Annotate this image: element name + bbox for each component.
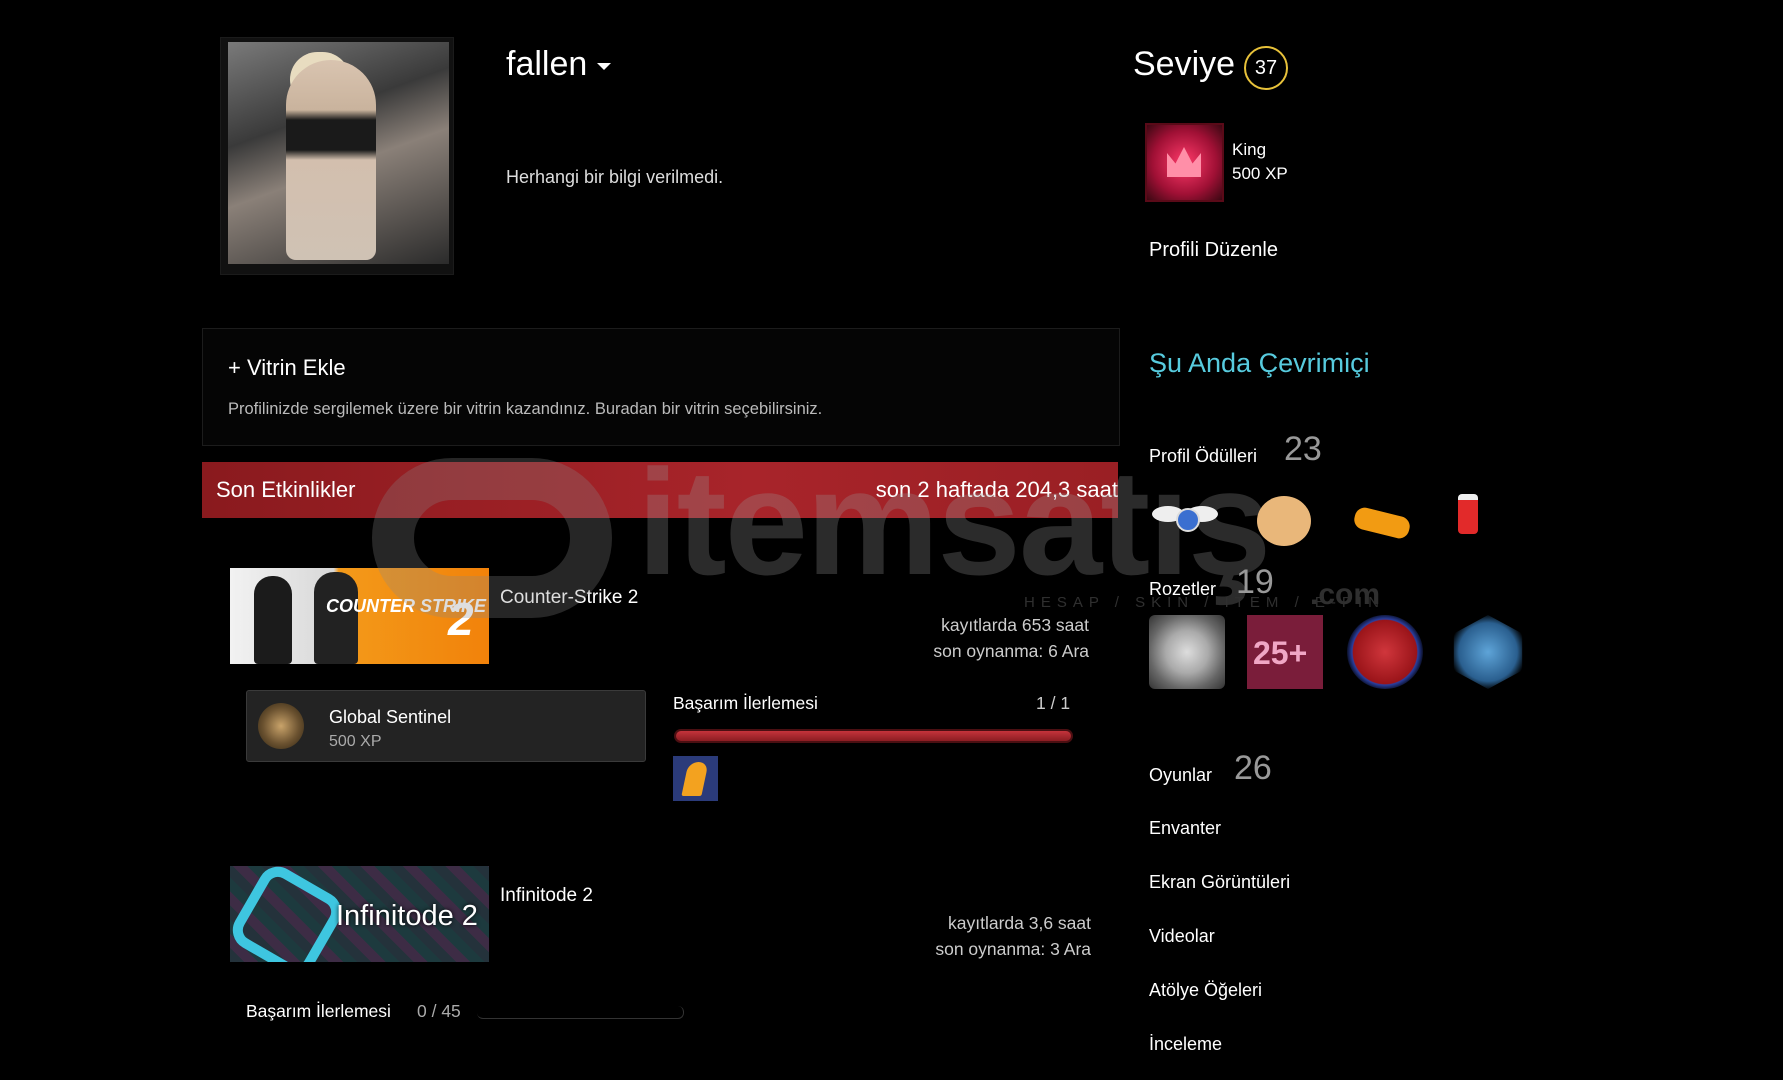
silver-coin-badge-icon[interactable]	[1149, 615, 1225, 689]
screenshots-link[interactable]: Ekran Görüntüleri	[1149, 872, 1290, 893]
game-capsule-infinitode2[interactable]: Infinitode 2	[230, 866, 489, 962]
achievement-name: Global Sentinel	[329, 707, 452, 727]
online-status: Şu Anda Çevrimiçi	[1149, 348, 1370, 378]
game-last-played-infinitode2: son oynanma: 3 Ara	[935, 939, 1091, 959]
game-capsule-cs2[interactable]: COUNTER STRIKE 2	[230, 568, 489, 664]
red-seal-badge-icon[interactable]	[1347, 615, 1423, 689]
profile-summary: Herhangi bir bilgi verilmedi.	[506, 167, 724, 187]
king-badge-icon[interactable]	[1145, 123, 1224, 202]
badges-count[interactable]: 19	[1236, 563, 1274, 602]
showcase-box[interactable]	[202, 328, 1120, 446]
achievement-progress-track	[477, 1006, 684, 1019]
capsule-soldier-2	[314, 572, 358, 664]
level-badge[interactable]: 37	[1244, 46, 1288, 90]
orange-blaster-icon[interactable]	[1350, 488, 1412, 546]
profile-rewards-count[interactable]: 23	[1284, 430, 1322, 469]
favorite-badge-name: King	[1232, 140, 1267, 159]
game-name-cs2[interactable]: Counter-Strike 2	[500, 587, 638, 609]
videos-link[interactable]: Videolar	[1149, 926, 1215, 947]
avatar-figure	[286, 60, 376, 260]
games-count[interactable]: 26	[1234, 749, 1272, 788]
crown-icon	[1167, 147, 1201, 177]
achievement-progress-fill	[676, 731, 1071, 741]
warships-shield-badge-icon[interactable]	[1453, 615, 1523, 689]
achievement-progress-count: 1 / 1	[1036, 693, 1071, 713]
achievement-progress-count: 0 / 45	[417, 1001, 461, 1021]
favorite-badge-xp: 500 XP	[1232, 164, 1288, 183]
persona-name: fallen	[506, 45, 588, 83]
achievement-runner-icon[interactable]	[673, 756, 718, 801]
game-last-played-cs2: son oynanma: 6 Ara	[933, 641, 1089, 661]
reviews-link[interactable]: İnceleme	[1149, 1034, 1222, 1055]
achievement-progress-label[interactable]: Başarım İlerlemesi	[673, 693, 818, 714]
achievement-progress-label[interactable]: Başarım İlerlemesi	[246, 1001, 391, 1022]
showcase-description: Profilinizde sergilemek üzere bir vitrin…	[228, 400, 823, 418]
recent-activity-hours: son 2 haftada 204,3 saat	[875, 477, 1118, 502]
capsule-logo-number: 2	[448, 593, 474, 645]
capsule-logo-text: Infinitode 2	[336, 900, 478, 932]
games-link[interactable]: Oyunlar	[1149, 765, 1212, 786]
winged-emblem-icon[interactable]	[1152, 488, 1218, 546]
years-badge-text: 25+	[1253, 635, 1308, 671]
avatar[interactable]	[228, 42, 449, 264]
years-of-service-badge-icon[interactable]: 25+	[1247, 615, 1323, 689]
game-hours-cs2: kayıtlarda 653 saat	[941, 615, 1089, 635]
horse-head-icon[interactable]	[1257, 488, 1317, 546]
game-name-infinitode2[interactable]: Infinitode 2	[500, 885, 593, 907]
workshop-items-link[interactable]: Atölye Öğeleri	[1149, 980, 1262, 1001]
global-sentinel-icon	[258, 703, 304, 749]
game-hours-infinitode2: kayıtlarda 3,6 saat	[948, 913, 1091, 933]
badges-link[interactable]: Rozetler	[1149, 579, 1216, 600]
level-label: Seviye	[1133, 45, 1236, 83]
add-showcase-link[interactable]: + Vitrin Ekle	[228, 355, 346, 381]
edit-profile-button[interactable]: Profili Düzenle	[1149, 239, 1278, 262]
watermark-domain: .com	[1310, 578, 1381, 611]
capsule-soldier-1	[254, 576, 292, 664]
capsule-hex-logo-icon	[230, 866, 349, 962]
inventory-link[interactable]: Envanter	[1149, 818, 1221, 839]
profile-rewards-link[interactable]: Profil Ödülleri	[1149, 446, 1257, 467]
recent-activity-title[interactable]: Son Etkinlikler	[216, 477, 355, 503]
soda-can-icon[interactable]	[1446, 488, 1486, 546]
persona-name-dropdown[interactable]: fallen	[506, 45, 612, 84]
achievement-xp: 500 XP	[329, 733, 382, 750]
chevron-down-icon	[597, 62, 612, 70]
